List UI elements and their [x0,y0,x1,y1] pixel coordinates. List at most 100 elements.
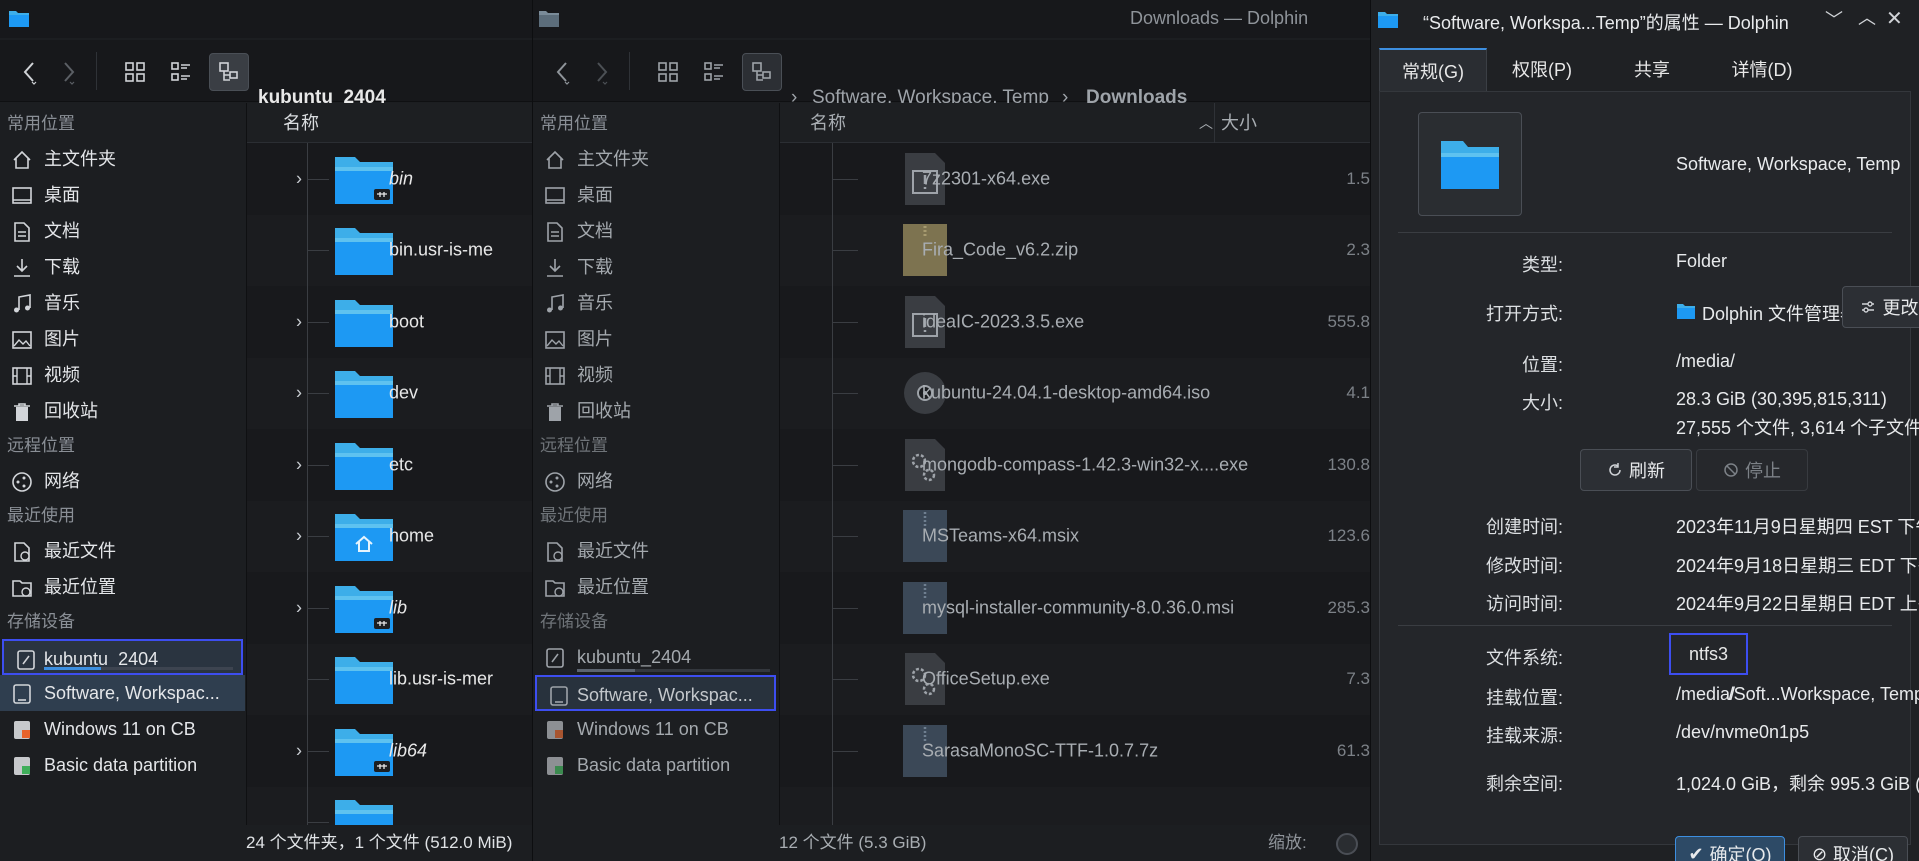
icons-view-button[interactable] [648,53,688,91]
zoom-slider[interactable] [1336,833,1358,855]
chevron-down-icon[interactable]: ﹀ [1825,6,1843,32]
icons-view-button[interactable] [115,53,155,91]
place-home[interactable]: 主文件夹 [533,141,778,177]
location-value[interactable]: /media/ [1676,351,1735,372]
place-documents[interactable]: 文档 [533,213,778,249]
place-network[interactable]: 网络 [533,463,778,499]
file-name[interactable]: mysql-installer-community-8.0.36.0.msi [922,597,1234,618]
cancel-button[interactable]: ⊘ 取消(C) [1798,836,1908,861]
place-pictures[interactable]: 图片 [0,321,245,357]
expand-chevron-icon[interactable]: › [296,383,302,404]
back-button[interactable] [543,53,583,91]
refresh-button[interactable]: 刷新 [1580,449,1692,491]
file-row[interactable]: SarasaMonoSC-TTF-1.0.7.7z 61.3 [780,715,1370,787]
place-device-kubuntu[interactable]: kubuntu_2404 [2,639,243,675]
file-row[interactable]: OfficeSetup.exe 7.3 [780,643,1370,715]
tab-share[interactable]: 共享 [1597,48,1707,92]
place-recent-locations[interactable]: 最近位置 [0,569,245,605]
file-name[interactable]: SarasaMonoSC-TTF-1.0.7.7z [922,740,1158,761]
place-device-windows[interactable]: Windows 11 on CB [533,711,778,747]
item-name[interactable]: dev [389,383,418,404]
file-row[interactable]: mongodb-compass-1.42.3-win32-x....exe 130… [780,429,1370,501]
tree-row[interactable]: › lib64 [247,715,532,787]
file-name[interactable]: mongodb-compass-1.42.3-win32-x....exe [922,454,1248,475]
item-name[interactable]: bin [389,168,413,189]
expand-chevron-icon[interactable]: › [296,311,302,332]
expand-chevron-icon[interactable]: › [296,454,302,475]
expand-chevron-icon[interactable]: › [296,526,302,547]
file-name[interactable]: MSTeams-x64.msix [922,526,1079,547]
item-name[interactable]: home [389,526,434,547]
tab-permissions[interactable]: 权限(P) [1487,48,1597,92]
file-row[interactable]: MSTeams-x64.msix 123.6 [780,500,1370,572]
item-name[interactable]: etc [389,454,413,475]
place-videos[interactable]: 视频 [533,357,778,393]
place-device-software[interactable]: Software, Workspac... [535,675,776,711]
expand-chevron-icon[interactable]: › [296,597,302,618]
file-name[interactable]: Fira_Code_v6.2.zip [922,240,1078,261]
place-music[interactable]: 音乐 [0,285,245,321]
place-home[interactable]: 主文件夹 [0,141,245,177]
tab-general[interactable]: 常规(G) [1379,48,1487,92]
compact-view-button[interactable] [694,53,734,91]
tree-row[interactable]: lib.usr-is-mer [247,643,532,715]
file-name[interactable]: OfficeSetup.exe [922,669,1050,690]
place-device-basic[interactable]: Basic data partition [533,747,778,783]
tree-row[interactable]: bin.usr-is-me [247,214,532,286]
place-device-windows[interactable]: Windows 11 on CB [0,711,245,747]
place-trash[interactable]: 回收站 [0,393,245,429]
tree-row[interactable]: › home [247,500,532,572]
place-videos[interactable]: 视频 [0,357,245,393]
titlebar[interactable] [0,0,532,38]
tree-row[interactable]: › boot [247,286,532,358]
place-device-kubuntu[interactable]: kubuntu_2404 [533,639,778,675]
file-view[interactable]: 名称 ︿ 大小 7z2301-x64.exe 1.5 Fira_Code_v6.2.… [779,103,1370,825]
forward-button[interactable] [48,53,88,91]
folder-name[interactable]: Software, Workspace, Temp [1676,154,1900,175]
item-name[interactable]: lib.usr-is-mer [389,669,493,690]
expand-chevron-icon[interactable]: › [296,740,302,761]
change-button[interactable]: 更改... [1842,286,1919,328]
place-downloads[interactable]: 下载 [0,249,245,285]
place-pictures[interactable]: 图片 [533,321,778,357]
file-row[interactable]: Fira_Code_v6.2.zip 2.3 [780,214,1370,286]
place-network[interactable]: 网络 [0,463,245,499]
item-name[interactable]: boot [389,311,424,332]
item-name[interactable]: bin.usr-is-me [389,240,493,261]
tree-row[interactable]: › dev [247,357,532,429]
expand-chevron-icon[interactable]: › [296,168,302,189]
column-size-header[interactable]: 大小 [1221,103,1257,143]
titlebar[interactable]: “Software, Workspa...Temp”的属性 — Dolphin … [1371,0,1919,38]
item-name[interactable]: lib [389,597,407,618]
compact-view-button[interactable] [161,53,201,91]
place-recent-locations[interactable]: 最近位置 [533,569,778,605]
place-desktop[interactable]: 桌面 [0,177,245,213]
titlebar[interactable]: Downloads — Dolphin [533,0,1370,38]
folder-icon-button[interactable] [1418,112,1522,216]
file-row[interactable]: kubuntu-24.04.1-desktop-amd64.iso 4.1 [780,357,1370,429]
chevron-up-icon[interactable]: ︿ [1858,4,1876,30]
column-name-header[interactable]: 名称 [283,103,319,143]
back-button[interactable] [10,53,50,91]
file-name[interactable]: ideaIC-2023.3.5.exe [922,311,1084,332]
stop-button[interactable]: 停止 [1696,449,1808,491]
place-recent-files[interactable]: 最近文件 [0,533,245,569]
file-row[interactable]: mysql-installer-community-8.0.36.0.msi 28… [780,572,1370,644]
details-view-button[interactable] [742,53,782,91]
details-view-button[interactable] [209,53,249,91]
item-name[interactable]: lib64 [389,740,427,761]
place-trash[interactable]: 回收站 [533,393,778,429]
file-name[interactable]: 7z2301-x64.exe [922,168,1050,189]
tree-row[interactable] [247,786,532,825]
ok-button[interactable]: ✔ 确定(O) [1675,836,1785,861]
forward-button[interactable] [581,53,621,91]
tree-row[interactable]: › bin [247,143,532,215]
file-row[interactable]: ideaIC-2023.3.5.exe 555.8 [780,286,1370,358]
place-device-software[interactable]: Software, Workspac... [0,675,245,711]
place-downloads[interactable]: 下载 [533,249,778,285]
place-device-basic[interactable]: Basic data partition [0,747,245,783]
column-name-header[interactable]: 名称 [810,103,846,143]
file-row[interactable]: 7z2301-x64.exe 1.5 [780,143,1370,215]
file-view[interactable]: 名称 › bin bin.usr-is-me › boot › dev › etc › home › l… [246,103,532,825]
place-recent-files[interactable]: 最近文件 [533,533,778,569]
